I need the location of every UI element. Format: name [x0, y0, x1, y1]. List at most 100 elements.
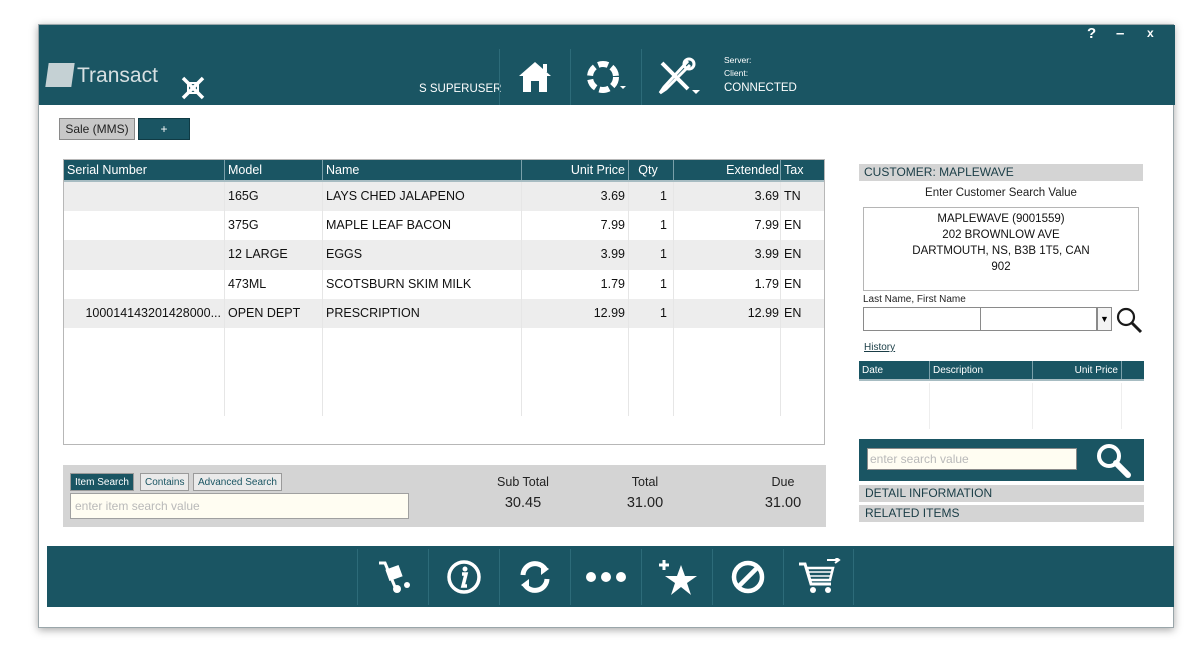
cell-model: 165G — [225, 182, 323, 212]
tab-advanced-search[interactable]: Advanced Search — [193, 473, 282, 491]
info-icon — [447, 560, 481, 594]
customer-search-button[interactable] — [1115, 306, 1143, 339]
more-options-button[interactable] — [570, 549, 641, 605]
cell-tax: EN — [784, 218, 802, 233]
minimize-button[interactable]: – — [1116, 25, 1124, 42]
history-column-date[interactable]: Date — [859, 361, 930, 379]
column-qty[interactable]: Qty — [629, 160, 674, 180]
cell-extended: 3.69 — [674, 182, 781, 212]
top-bar: Transact S SUPERUSER Server: Client: CON… — [39, 25, 1175, 105]
history-column-description[interactable]: Description — [930, 361, 1033, 379]
customer-header: CUSTOMER: MAPLEWAVE — [859, 164, 1143, 181]
home-button[interactable] — [499, 49, 569, 105]
history-column-unit-price[interactable]: Unit Price — [1033, 361, 1122, 379]
cell-unit-price: 1.79 — [522, 269, 629, 299]
items-grid: Serial Number Model Name Unit Price Qty … — [63, 159, 825, 445]
cell-extended: 7.99 — [674, 211, 781, 241]
cell-unit-price: 7.99 — [522, 211, 629, 241]
connection-status: CONNECTED — [724, 82, 797, 94]
tab-sale-mms[interactable]: Sale (MMS) — [59, 118, 135, 140]
table-row[interactable]: 100014143201428000... OPEN DEPT PRESCRIP… — [64, 298, 824, 328]
cell-name: LAYS CHED JALAPENO — [323, 182, 522, 212]
delivery-button[interactable] — [357, 549, 428, 605]
table-row[interactable]: 165G LAYS CHED JALAPENO 3.69 1 3.69 TN — [64, 182, 824, 212]
search-icon — [1116, 307, 1143, 334]
add-favorite-button[interactable] — [641, 549, 712, 605]
related-items-section[interactable]: RELATED ITEMS — [859, 505, 1144, 522]
dolly-icon — [379, 561, 410, 593]
table-row[interactable]: 473ML SCOTSBURN SKIM MILK 1.79 1 1.79 EN — [64, 269, 824, 299]
history-link[interactable]: History — [864, 342, 895, 353]
name-field-label: Last Name, First Name — [863, 294, 966, 305]
tab-contains[interactable]: Contains — [140, 473, 190, 491]
column-serial-number[interactable]: Serial Number — [64, 160, 225, 180]
close-button[interactable]: x — [1147, 26, 1154, 40]
column-model[interactable]: Model — [225, 160, 323, 180]
cell-serial — [64, 269, 225, 299]
cell-qty: 1 — [629, 240, 674, 270]
cell-name: PRESCRIPTION — [323, 298, 522, 328]
column-tax[interactable]: Tax — [781, 160, 824, 180]
total: Total 31.00 — [615, 475, 675, 511]
customer-search-prompt: Enter Customer Search Value — [925, 187, 1077, 199]
cell-tax: EN — [784, 247, 802, 262]
search-icon — [1097, 444, 1131, 478]
refresh-icon — [520, 561, 550, 593]
refresh-button[interactable] — [499, 549, 570, 605]
void-button[interactable] — [712, 549, 783, 605]
transact-logo-icon — [45, 63, 75, 87]
cell-tax: EN — [784, 276, 802, 291]
cell-model: OPEN DEPT — [225, 298, 323, 328]
item-search-input[interactable]: enter item search value — [70, 493, 409, 519]
column-unit-price[interactable]: Unit Price — [522, 160, 629, 180]
cart-icon — [798, 558, 841, 593]
due: Due 31.00 — [753, 475, 813, 511]
tab-item-search[interactable]: Item Search — [70, 473, 134, 491]
cell-qty: 1 — [629, 182, 674, 212]
cell-unit-price: 3.69 — [522, 182, 629, 212]
table-row[interactable]: 375G MAPLE LEAF BACON 7.99 1 7.99 EN — [64, 211, 824, 241]
last-name-input[interactable] — [863, 307, 981, 331]
table-row[interactable]: 12 LARGE EGGS 3.99 1 3.99 EN — [64, 240, 824, 270]
lifebuoy-icon — [586, 61, 626, 93]
detail-information-section[interactable]: DETAIL INFORMATION — [859, 485, 1144, 502]
column-name[interactable]: Name — [323, 160, 522, 180]
cell-name: SCOTSBURN SKIM MILK — [323, 269, 522, 299]
cell-name: EGGS — [323, 240, 522, 270]
cell-unit-price: 3.99 — [522, 240, 629, 270]
history-header: Date Description Unit Price — [859, 361, 1144, 381]
customer-address: MAPLEWAVE (9001559) 202 BROWNLOW AVE DAR… — [863, 207, 1139, 291]
cell-extended: 12.99 — [674, 298, 781, 328]
more-icon — [586, 572, 626, 582]
home-icon — [518, 62, 551, 92]
void-icon — [731, 560, 765, 594]
info-button[interactable] — [428, 549, 499, 605]
item-search-panel: Item Search Contains Advanced Search ent… — [63, 465, 826, 527]
subtotal-value: 30.45 — [504, 495, 542, 511]
first-name-input[interactable] — [980, 307, 1097, 331]
support-menu-button[interactable] — [570, 49, 640, 105]
cell-extended: 1.79 — [674, 269, 781, 299]
help-button[interactable]: ? — [1087, 25, 1096, 42]
add-favorite-icon — [659, 560, 697, 595]
chevron-down-icon[interactable]: ▼ — [1097, 307, 1112, 331]
cross-icon[interactable] — [180, 75, 206, 101]
add-sale-tab-button[interactable]: + — [138, 118, 190, 140]
column-extended[interactable]: Extended — [674, 160, 781, 180]
pos-window: Transact S SUPERUSER Server: Client: CON… — [38, 24, 1175, 628]
cell-serial — [64, 182, 225, 212]
checkout-button[interactable] — [783, 549, 854, 605]
cell-tax: TN — [784, 189, 801, 203]
action-toolbar — [47, 546, 1174, 607]
history-list — [859, 383, 1144, 429]
tools-menu-button[interactable] — [641, 49, 715, 105]
empty-row — [64, 357, 824, 387]
due-value: 31.00 — [764, 495, 802, 511]
cell-serial — [64, 211, 225, 241]
cell-tax: EN — [784, 305, 802, 320]
subtotal: Sub Total 30.45 — [493, 475, 553, 511]
customer-search-input[interactable]: enter search value — [867, 448, 1077, 470]
current-user: S SUPERUSER — [419, 83, 502, 95]
customer-search-submit[interactable] — [1095, 442, 1133, 483]
brand-logo: Transact — [45, 63, 158, 88]
